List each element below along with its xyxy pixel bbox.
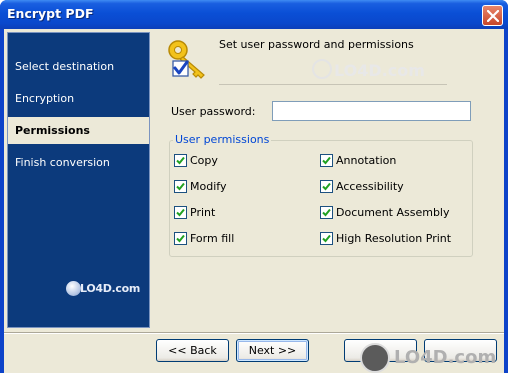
annotation-label: Annotation (336, 154, 397, 167)
accessibility-label: Accessibility (336, 180, 404, 193)
copy-checkbox[interactable] (174, 154, 187, 167)
title-bar[interactable]: Encrypt PDF (0, 0, 508, 29)
watermark-bottom-text: LO4D.com (394, 347, 497, 368)
accessibility-checkbox[interactable] (320, 180, 333, 193)
sidebar-item-finish-conversion[interactable]: Finish conversion (8, 149, 149, 176)
checkmark-icon (322, 208, 331, 217)
modify-checkbox[interactable] (174, 180, 187, 193)
checkmark-icon (322, 234, 331, 243)
next-button[interactable]: Next >> (236, 339, 309, 362)
watermark-top-text: LO4D.com (334, 61, 425, 80)
form-fill-label: Form fill (190, 232, 235, 245)
sidebar-item-encryption[interactable]: Encryption (8, 85, 149, 112)
close-icon (487, 10, 499, 22)
back-button[interactable]: << Back (156, 339, 229, 362)
print-checkbox[interactable] (174, 206, 187, 219)
print-label: Print (190, 206, 216, 219)
form-fill-checkbox[interactable] (174, 232, 187, 245)
wizard-steps-sidebar: Select destination Encryption Permission… (7, 32, 150, 328)
window-title: Encrypt PDF (7, 6, 94, 21)
checkmark-icon (176, 234, 185, 243)
encrypt-pdf-window: Encrypt PDF Select destination Encryptio… (0, 0, 508, 373)
sidebar-logo: LO4D.com (66, 281, 146, 297)
user-password-input[interactable] (272, 101, 471, 121)
watermark-bottom: LO4D.com (360, 343, 502, 373)
heading-divider (219, 84, 447, 85)
user-password-label: User password: (171, 105, 256, 118)
dialog-client-area: Select destination Encryption Permission… (4, 29, 504, 373)
high-resolution-print-label: High Resolution Print (336, 232, 452, 245)
close-button[interactable] (482, 5, 503, 26)
document-assembly-label: Document Assembly (336, 206, 450, 219)
annotation-checkbox[interactable] (320, 154, 333, 167)
key-checkmark-icon (168, 40, 205, 79)
high-resolution-print-checkbox[interactable] (320, 232, 333, 245)
logo-globe-icon (66, 281, 81, 296)
watermark-logo-icon (360, 343, 390, 373)
checkmark-icon (176, 156, 185, 165)
checkmark-icon (176, 208, 185, 217)
page-heading: Set user password and permissions (219, 38, 414, 51)
sidebar-logo-text: LO4D.com (80, 282, 141, 295)
checkmark-icon (322, 156, 331, 165)
copy-label: Copy (190, 154, 218, 167)
watermark-top: LO4D.com (312, 59, 472, 83)
button-separator (4, 332, 504, 334)
user-permissions-title: User permissions (173, 133, 272, 146)
sidebar-item-permissions[interactable]: Permissions (8, 117, 149, 144)
checkmark-icon (322, 182, 331, 191)
sidebar-item-select-destination[interactable]: Select destination (8, 53, 149, 80)
modify-label: Modify (190, 180, 227, 193)
watermark-logo-icon (312, 59, 332, 79)
checkmark-icon (176, 182, 185, 191)
document-assembly-checkbox[interactable] (320, 206, 333, 219)
